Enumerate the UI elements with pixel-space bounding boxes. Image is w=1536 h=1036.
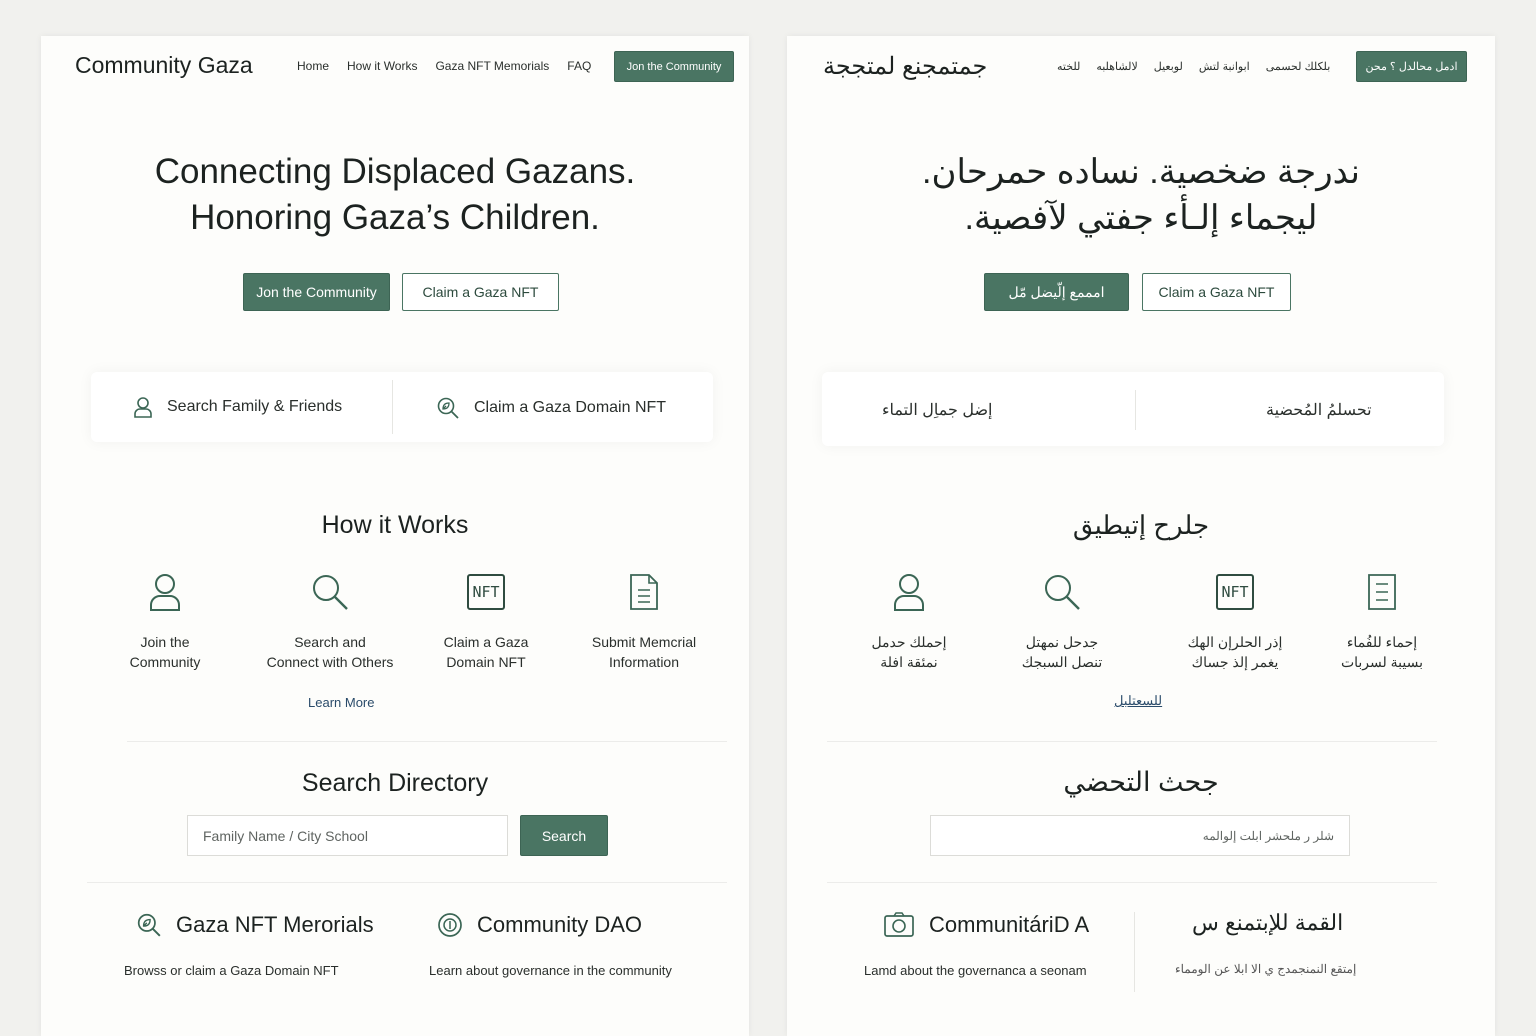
search-family-label: Search Family & Friends: [167, 398, 343, 415]
step-label: Connect with Others: [266, 654, 394, 670]
learn-more-link[interactable]: Learn More: [308, 695, 374, 710]
step-label: إذر الحلرإن الهك: [1187, 634, 1283, 650]
site-logo[interactable]: Community Gaza: [75, 52, 253, 79]
feature-title: Gaza NFT Merorials: [176, 912, 374, 937]
feature-desc: Browss or claim a Gaza Domain NFT: [124, 963, 339, 978]
nav-how-it-works[interactable]: How it Works: [347, 59, 417, 73]
nav-join-button[interactable]: ادمل محالدل ؟ محن: [1356, 51, 1467, 82]
step-label: Community: [129, 654, 201, 670]
document-icon: [630, 574, 658, 610]
feature-nft-memorials[interactable]: القمة للإبتمنع س: [1192, 910, 1343, 936]
hero-line-2: Honoring Gaza’s Children.: [190, 198, 600, 237]
english-panel: Community Gaza Home How it Works Gaza NF…: [41, 36, 749, 1036]
search-button[interactable]: Search: [520, 815, 608, 856]
step-label: نمئقة افلة: [880, 654, 938, 670]
nav-item[interactable]: لوبعيل: [1154, 60, 1183, 73]
hero-claim-nft-button[interactable]: Claim a Gaza NFT: [1142, 273, 1291, 311]
hero-join-button[interactable]: امممع إلّيضل مّل: [984, 273, 1129, 311]
feature-desc: إمتقع النمنجمدج ي الا ابلا عن الومماء: [1175, 962, 1357, 976]
quick-actions-card: إضل جماِل التماء تحسلمُ المُحضية: [822, 372, 1444, 446]
step-label: Search and: [294, 634, 366, 650]
feature-desc: Learn about governance in the community: [429, 963, 672, 978]
feature-title: Community DAO: [477, 912, 643, 937]
search-icon: [1045, 575, 1080, 610]
step-label: Claim a Gaza: [443, 634, 529, 650]
main-nav: للخته لالشاهلبه لوبعيل ابوانبة لتش بلكلك…: [1057, 60, 1330, 73]
how-it-works-title: جلرح إتيطيق: [1072, 510, 1210, 540]
quick-action[interactable]: تحسلمُ المُحضية: [1266, 400, 1372, 420]
step-claim-nft: NFT Claim a Gaza Domain NFT: [411, 570, 561, 672]
step-label: Information: [608, 654, 680, 670]
learn-more-link[interactable]: للسعتلبل: [1114, 693, 1162, 709]
nft-icon: NFT: [1216, 574, 1254, 610]
feature-nft-memorials[interactable]: Gaza NFT Merorials: [136, 912, 374, 938]
nft-icon: NFT: [467, 574, 505, 610]
divider: [392, 380, 393, 434]
directory-search-input[interactable]: [187, 815, 508, 856]
hero-line-1: ندرجة ضخصية. نساده حمرحان.: [922, 153, 1360, 191]
quick-actions-card: Search Family & Friends Claim a Gaza Dom…: [91, 372, 713, 442]
search-icon: [313, 575, 348, 610]
step-label: Domain NFT: [446, 654, 526, 670]
nav-home[interactable]: Home: [297, 59, 329, 73]
step-label: يغمر إلذ جساك: [1191, 654, 1279, 670]
nav-faq[interactable]: FAQ: [567, 59, 591, 73]
person-icon: [150, 574, 180, 611]
hero-line-1: Connecting Displaced Gazans.: [154, 152, 636, 191]
step-search: جدحل نمهتل تنصل السبجك: [987, 570, 1137, 672]
step-label: Join the: [140, 634, 190, 650]
nav-item[interactable]: ابوانبة لتش: [1199, 60, 1250, 73]
divider: [87, 882, 727, 883]
step-join: Join the Community: [90, 570, 240, 672]
step-label: إحملك حدمل: [871, 634, 947, 650]
hero-headline: ندرجة ضخصية. نساده حمرحان. ليجماء إلـأء …: [787, 149, 1495, 241]
step-label: تنصل السبجك: [1021, 654, 1103, 670]
step-search: Search and Connect with Others: [255, 570, 405, 672]
divider: [1134, 912, 1135, 992]
search-directory-title: Search Directory: [301, 769, 489, 797]
search-directory-title: جحث التحضي: [1063, 767, 1219, 797]
claim-domain-label: Claim a Gaza Domain NFT: [474, 399, 667, 416]
step-label: Submit Memcrial: [591, 634, 697, 650]
step-join: إحملك حدمل نمئقة افلة: [834, 570, 984, 672]
directory-search-input[interactable]: [930, 815, 1350, 856]
hero-claim-nft-button[interactable]: Claim a Gaza NFT: [402, 273, 559, 311]
step-label: جدحل نمهتل: [1025, 634, 1099, 650]
how-it-works-title: How it Works: [321, 511, 469, 539]
hero-headline: Connecting Displaced Gazans. Honoring Ga…: [41, 149, 749, 241]
step-label: بسيبة لسربات: [1340, 654, 1424, 670]
camera-icon: [884, 912, 914, 937]
arabic-panel: جمتمجنع لمتججة للخته لالشاهلبه لوبعيل اب…: [787, 36, 1495, 1036]
nav-item[interactable]: لالشاهلبه: [1096, 60, 1137, 73]
step-submit-memorial: إحماء للفُماء بسيبة لسربات: [1307, 570, 1457, 672]
claim-domain-action[interactable]: Claim a Gaza Domain NFT: [436, 396, 666, 420]
nav-item[interactable]: بلكلك لحسمى: [1266, 60, 1331, 73]
hero-join-button[interactable]: Jon the Community: [243, 273, 390, 311]
main-nav: Home How it Works Gaza NFT Memorials FAQ: [297, 59, 591, 73]
divider: [1135, 390, 1136, 430]
person-icon: [134, 397, 152, 418]
person-icon: [894, 574, 924, 611]
nav-join-button[interactable]: Jon the Community: [614, 51, 734, 82]
feature-community-dao[interactable]: Community DAO: [437, 912, 642, 938]
divider: [827, 741, 1437, 742]
magnifier-leaf-icon: [437, 397, 459, 419]
nav-item[interactable]: للخته: [1057, 60, 1080, 73]
quick-action[interactable]: إضل جماِل التماء: [882, 400, 992, 420]
divider: [827, 882, 1437, 883]
feature-desc: Lamd about the governanca a seonam: [864, 963, 1087, 978]
search-family-action[interactable]: Search Family & Friends: [133, 396, 342, 418]
coin-icon: [438, 913, 462, 937]
step-claim-nft: NFT إذر الحلرإن الهك يغمر إلذ جساك: [1160, 570, 1310, 672]
document-icon: [1368, 574, 1396, 610]
magnifier-leaf-icon: [137, 913, 161, 937]
feature-title: CommunitáriD A: [929, 912, 1090, 937]
site-logo[interactable]: جمتمجنع لمتججة: [823, 52, 987, 81]
nav-nft-memorials[interactable]: Gaza NFT Memorials: [435, 59, 549, 73]
feature-community-dao[interactable]: CommunitáriD A: [883, 912, 1089, 938]
hero-line-2: ليجماء إلـأء جفتي لآفصية.: [964, 199, 1318, 237]
step-label: إحماء للفُماء: [1346, 634, 1418, 650]
step-submit-memorial: Submit Memcrial Information: [569, 570, 719, 672]
divider: [127, 741, 727, 742]
